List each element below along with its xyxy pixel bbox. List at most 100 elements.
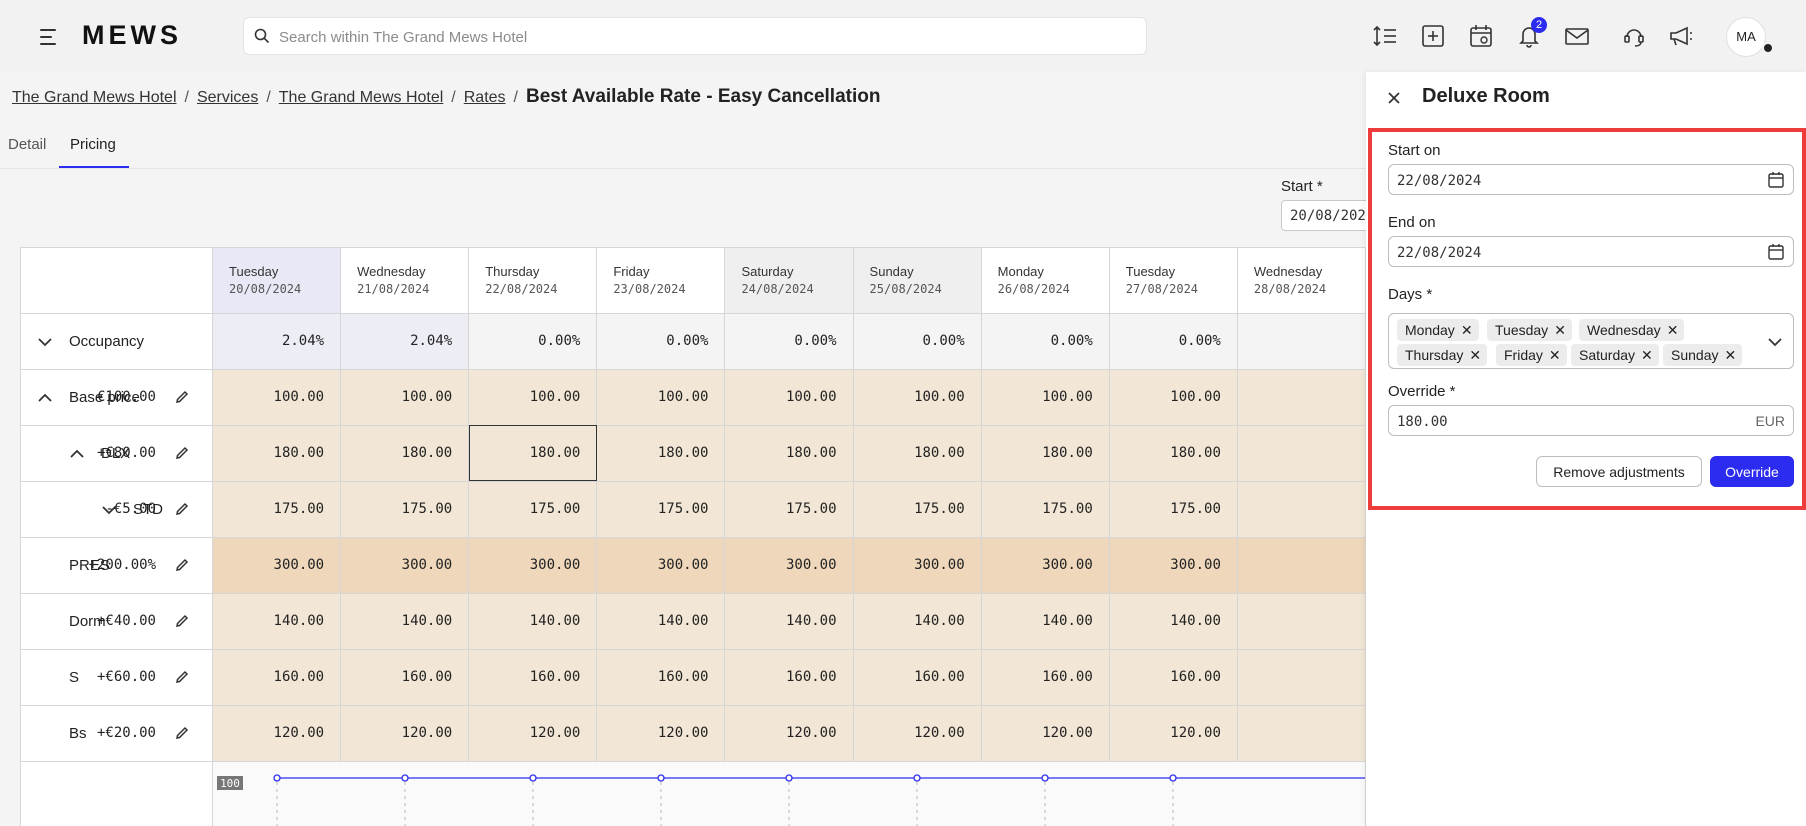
price-cell[interactable]: 175.00 (981, 481, 1110, 538)
edit-icon[interactable] (174, 445, 190, 461)
column-header[interactable]: Thursday 22/08/2024 (468, 248, 598, 314)
column-header[interactable]: Sunday 25/08/2024 (853, 248, 982, 314)
price-cell[interactable]: 160.00 (212, 649, 342, 706)
tab-pricing[interactable]: Pricing (70, 136, 116, 153)
price-cell[interactable]: 300.00 (340, 537, 470, 594)
chevron-down-icon[interactable] (1767, 334, 1783, 350)
price-cell[interactable]: 180.00 (853, 425, 982, 482)
breadcrumb-link-hotel[interactable]: The Grand Mews Hotel (12, 89, 177, 106)
price-cell[interactable]: 100.00 (981, 369, 1110, 426)
chevron-up-icon[interactable] (37, 390, 53, 406)
price-cell[interactable] (1237, 593, 1366, 650)
chevron-up-icon[interactable] (69, 446, 85, 462)
price-cell[interactable]: 300.00 (853, 537, 982, 594)
price-cell[interactable]: 160.00 (981, 649, 1110, 706)
price-cell[interactable]: 300.00 (468, 537, 598, 594)
price-cell[interactable]: 120.00 (853, 705, 982, 762)
price-cell[interactable] (1237, 705, 1366, 762)
price-cell[interactable]: 180.00 (468, 425, 598, 482)
price-cell[interactable]: 160.00 (340, 649, 470, 706)
price-cell[interactable] (1237, 649, 1366, 706)
edit-icon[interactable] (174, 725, 190, 741)
remove-chip-icon[interactable]: ✕ (1724, 347, 1736, 364)
column-header[interactable]: Friday 23/08/2024 (596, 248, 726, 314)
price-cell[interactable]: 120.00 (981, 705, 1110, 762)
price-cell[interactable]: 140.00 (1109, 593, 1238, 650)
price-cell[interactable]: 175.00 (468, 481, 598, 538)
chevron-down-icon[interactable] (37, 334, 53, 350)
days-select[interactable]: Monday ✕ Tuesday ✕ Wednesday ✕ Thursday ✕ Fr… (1388, 313, 1794, 369)
remove-chip-icon[interactable]: ✕ (1549, 347, 1561, 364)
edit-icon[interactable] (174, 557, 190, 573)
remove-chip-icon[interactable]: ✕ (1554, 322, 1566, 339)
breadcrumb-link-services[interactable]: Services (197, 89, 258, 106)
price-cell[interactable] (1237, 425, 1366, 482)
price-cell[interactable]: 300.00 (981, 537, 1110, 594)
price-cell[interactable]: 120.00 (468, 705, 598, 762)
avatar[interactable]: MA (1726, 17, 1766, 57)
price-cell[interactable]: 160.00 (853, 649, 982, 706)
price-cell[interactable]: 140.00 (468, 593, 598, 650)
column-header[interactable]: Wednesday 28/08/2024 (1237, 248, 1366, 314)
megaphone-icon[interactable] (1667, 22, 1695, 50)
column-header[interactable]: Monday 26/08/2024 (981, 248, 1110, 314)
price-cell[interactable] (1237, 481, 1366, 538)
price-cell[interactable] (1237, 369, 1366, 426)
column-header[interactable]: Saturday 24/08/2024 (724, 248, 854, 314)
price-cell[interactable]: 100.00 (1109, 369, 1238, 426)
price-cell[interactable]: 160.00 (724, 649, 854, 706)
override-input[interactable]: 180.00 EUR (1388, 405, 1794, 436)
edit-icon[interactable] (174, 613, 190, 629)
mail-icon[interactable] (1563, 22, 1591, 50)
price-cell[interactable]: 160.00 (1109, 649, 1238, 706)
price-cell[interactable]: 180.00 (596, 425, 726, 482)
price-cell[interactable]: 100.00 (853, 369, 982, 426)
price-cell[interactable]: 100.00 (724, 369, 854, 426)
price-cell[interactable]: 160.00 (468, 649, 598, 706)
price-cell[interactable]: 120.00 (724, 705, 854, 762)
calendar-view-icon[interactable] (1467, 22, 1495, 50)
add-icon[interactable] (1419, 22, 1447, 50)
breadcrumb-link-service[interactable]: The Grand Mews Hotel (279, 89, 444, 106)
price-cell[interactable]: 140.00 (340, 593, 470, 650)
price-cell[interactable]: 100.00 (340, 369, 470, 426)
search-input[interactable]: Search within The Grand Mews Hotel (243, 17, 1147, 55)
remove-adjustments-button[interactable]: Remove adjustments (1536, 456, 1702, 487)
remove-chip-icon[interactable]: ✕ (1461, 322, 1473, 339)
price-cell[interactable]: 175.00 (724, 481, 854, 538)
column-header[interactable]: Tuesday 27/08/2024 (1109, 248, 1238, 314)
menu-icon[interactable] (36, 26, 60, 48)
price-cell[interactable]: 100.00 (596, 369, 726, 426)
price-cell[interactable]: 180.00 (724, 425, 854, 482)
price-cell[interactable]: 140.00 (596, 593, 726, 650)
override-button[interactable]: Override (1710, 456, 1794, 487)
price-cell[interactable]: 120.00 (1109, 705, 1238, 762)
price-cell[interactable]: 160.00 (596, 649, 726, 706)
edit-icon[interactable] (174, 389, 190, 405)
price-cell[interactable]: 180.00 (212, 425, 342, 482)
price-cell[interactable]: 140.00 (981, 593, 1110, 650)
remove-chip-icon[interactable]: ✕ (1667, 322, 1679, 339)
tab-detail[interactable]: Detail (8, 136, 46, 153)
support-icon[interactable] (1620, 22, 1648, 50)
price-cell[interactable]: 180.00 (1109, 425, 1238, 482)
price-cell[interactable]: 100.00 (468, 369, 598, 426)
end-on-input[interactable]: 22/08/2024 (1388, 236, 1794, 267)
price-cell[interactable]: 175.00 (1109, 481, 1238, 538)
edit-icon[interactable] (174, 501, 190, 517)
start-on-input[interactable]: 22/08/2024 (1388, 164, 1794, 195)
price-cell[interactable]: 300.00 (212, 537, 342, 594)
price-cell[interactable]: 140.00 (853, 593, 982, 650)
column-header[interactable]: Tuesday 20/08/2024 (212, 248, 342, 314)
price-cell[interactable]: 140.00 (724, 593, 854, 650)
remove-chip-icon[interactable]: ✕ (1641, 347, 1653, 364)
price-cell[interactable]: 175.00 (596, 481, 726, 538)
price-cell[interactable]: 175.00 (340, 481, 470, 538)
price-cell[interactable]: 100.00 (212, 369, 342, 426)
price-cell[interactable]: 140.00 (212, 593, 342, 650)
price-cell[interactable]: 120.00 (596, 705, 726, 762)
price-cell[interactable]: 300.00 (724, 537, 854, 594)
breadcrumb-link-rates[interactable]: Rates (464, 89, 506, 106)
remove-chip-icon[interactable]: ✕ (1469, 347, 1481, 364)
price-cell[interactable]: 175.00 (212, 481, 342, 538)
